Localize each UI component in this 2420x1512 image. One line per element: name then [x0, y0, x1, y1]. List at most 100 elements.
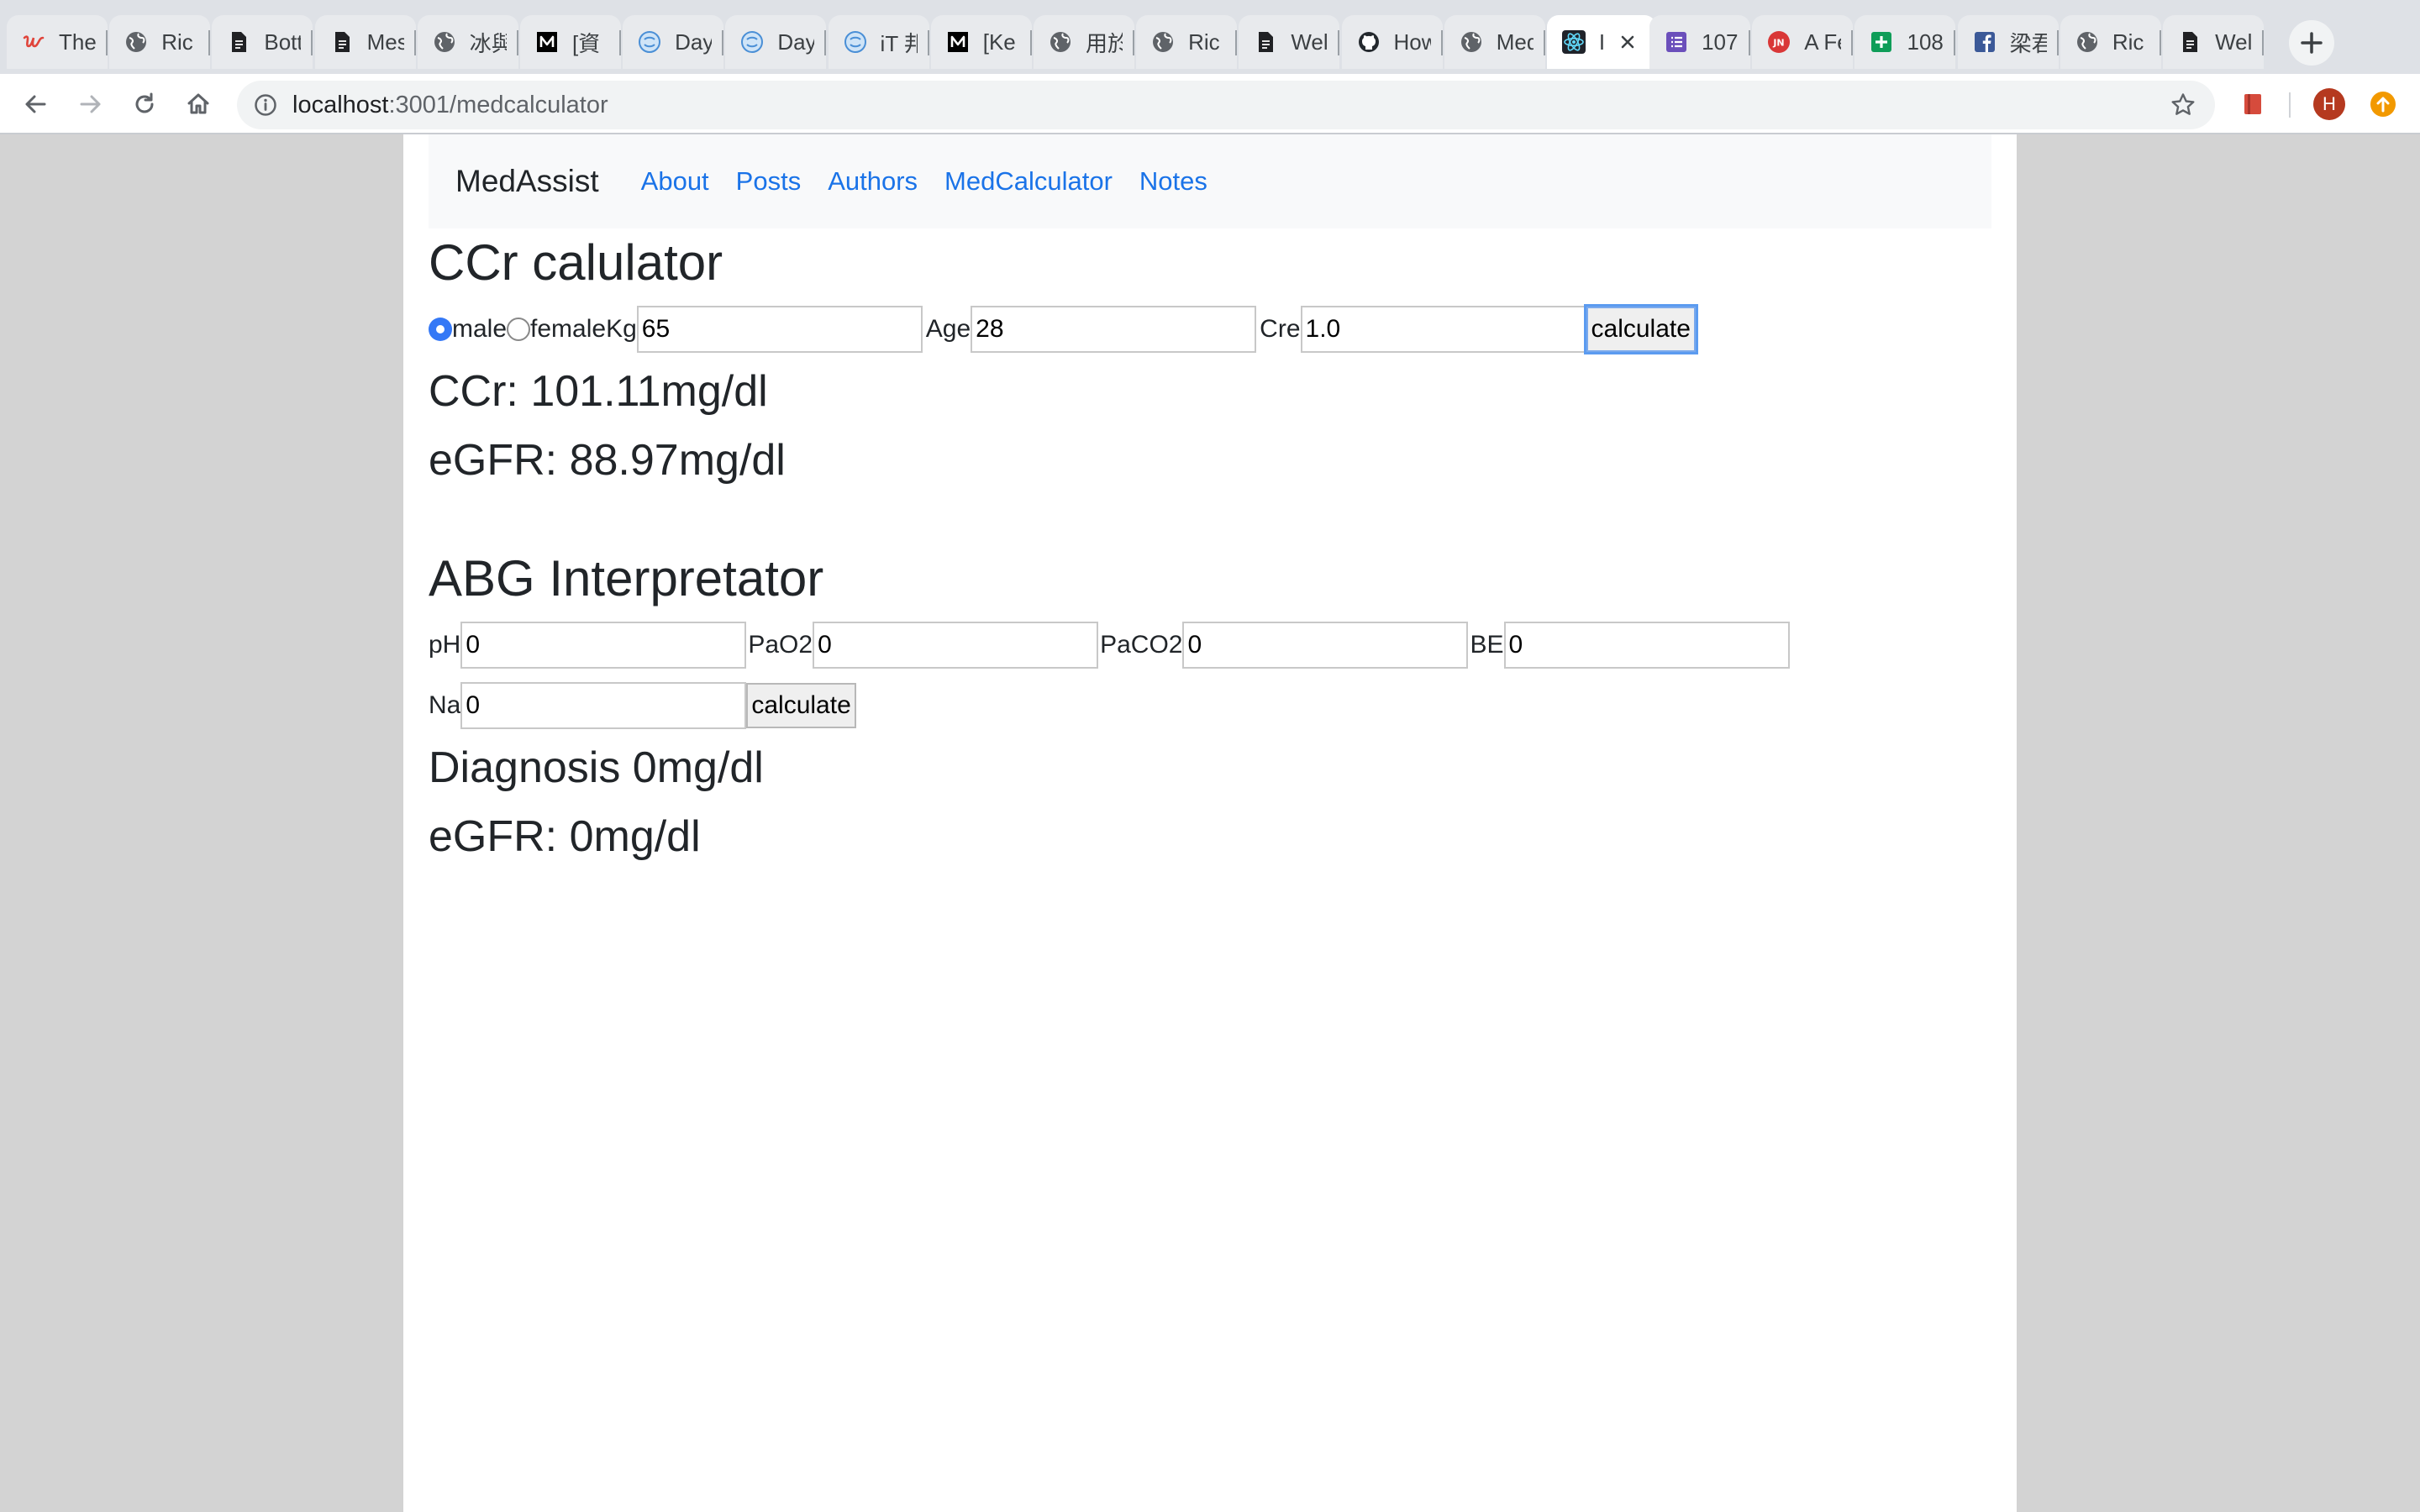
ccr-calculate-button[interactable]: calculate [1583, 304, 1698, 354]
tab-title: How [1393, 29, 1431, 55]
female-radio[interactable] [507, 318, 531, 341]
tab-title: Day [675, 29, 713, 55]
browser-tab[interactable]: Wel [2163, 15, 2265, 69]
nav-link-authors[interactable]: Authors [828, 166, 918, 197]
browser-tab[interactable]: 108 [1854, 15, 1956, 69]
pao2-label: PaO2 [748, 631, 813, 659]
info-icon[interactable] [254, 93, 277, 117]
tab-title: 冰與 [469, 30, 507, 56]
tab-title: 108 [1907, 29, 1944, 55]
github-icon [1355, 29, 1382, 55]
browser-tab[interactable]: Day [725, 15, 827, 69]
tab-title: [資 [571, 30, 601, 56]
arrow-left-icon [25, 95, 46, 113]
site-navbar: MedAssist About Posts Authors MedCalcula… [429, 134, 1991, 228]
cre-input[interactable] [1300, 306, 1586, 353]
tab-title: Ric [2112, 29, 2144, 55]
home-button[interactable] [175, 81, 222, 128]
be-input[interactable] [1503, 622, 1790, 669]
ccr-form: male female Kg Age Cre calculate [429, 304, 1698, 354]
nav-link-posts[interactable]: Posts [736, 166, 802, 197]
ph-input[interactable] [460, 622, 747, 669]
list-icon [1663, 29, 1690, 55]
paco2-label: PaCO2 [1100, 631, 1183, 659]
tab-title: Mes [366, 29, 404, 55]
globe-icon [2074, 29, 2101, 55]
tab-title: Ric [1188, 29, 1220, 55]
plus-icon [2301, 32, 2323, 54]
new-tab-button[interactable] [2289, 20, 2334, 66]
tab-title: Ric [161, 29, 193, 55]
kg-input[interactable] [636, 306, 923, 353]
update-button[interactable] [2363, 84, 2403, 124]
tab-title: The [59, 29, 96, 55]
browser-tab[interactable]: 冰與 [417, 15, 518, 69]
nav-link-about[interactable]: About [641, 166, 709, 197]
abg-calculate-button[interactable]: calculate [746, 683, 856, 728]
nav-link-medcalculator[interactable]: MedCalculator [944, 166, 1113, 197]
abg-egfr-result: eGFR: 0mg/dl [429, 812, 701, 861]
browser-tab[interactable]: Ric [2060, 15, 2161, 69]
browser-tab[interactable]: The [7, 15, 108, 69]
male-radio[interactable] [429, 318, 452, 341]
paco2-input[interactable] [1182, 622, 1469, 669]
browser-tab[interactable]: 107 [1649, 15, 1751, 69]
browser-tab[interactable]: iT 邦 [828, 15, 929, 69]
bookmark-star-icon[interactable] [2170, 92, 2196, 118]
browser-tab[interactable]: I [1546, 15, 1656, 69]
document-icon [225, 29, 252, 55]
extension-book-button[interactable] [2233, 84, 2273, 124]
tab-title: Day [777, 29, 815, 55]
navbar-brand[interactable]: MedAssist [455, 164, 599, 199]
browser-tab[interactable]: Ric [1136, 15, 1238, 69]
globe-icon [1458, 29, 1485, 55]
document-icon [329, 29, 355, 55]
kg-label: Kg [606, 315, 637, 343]
na-input[interactable] [460, 682, 747, 729]
age-label: Age [925, 315, 971, 343]
forward-button[interactable] [67, 81, 114, 128]
browser-tab[interactable]: [資 [519, 15, 621, 69]
tab-title: 梁君 [2009, 30, 2047, 56]
back-button[interactable] [12, 81, 59, 128]
browser-tab[interactable]: Med [1444, 15, 1545, 69]
browser-tab[interactable]: Day [623, 15, 724, 69]
tab-title: iT 邦 [880, 30, 918, 56]
tab-title: 用於 [1085, 30, 1123, 56]
browser-tab[interactable]: Bott [212, 15, 313, 69]
reload-button[interactable] [121, 81, 168, 128]
tab-title: Wel [2215, 29, 2253, 55]
script-u-icon [20, 29, 47, 55]
nav-link-notes[interactable]: Notes [1139, 166, 1207, 197]
update-arrow-icon [2370, 92, 2396, 117]
globe-icon [1150, 29, 1176, 55]
ccr-egfr-result: eGFR: 88.97mg/dl [429, 436, 786, 485]
tab-title: Bott [264, 29, 302, 55]
browser-tab[interactable]: Wel [1239, 15, 1340, 69]
ccr-result: CCr: 101.11mg/dl [429, 367, 768, 416]
browser-tab[interactable]: [Ke [930, 15, 1032, 69]
hexo-icon [739, 29, 765, 55]
url-text: localhost:3001/medcalculator [292, 92, 608, 119]
browser-tab[interactable]: 用於 [1033, 15, 1134, 69]
profile-initial: H [2313, 88, 2345, 120]
age-input[interactable] [971, 306, 1257, 353]
tab-title: [Ke [982, 29, 1016, 55]
profile-avatar[interactable]: H [2309, 84, 2349, 124]
pao2-input[interactable] [813, 622, 1099, 669]
browser-tab[interactable]: How [1341, 15, 1443, 69]
close-tab-icon[interactable] [1612, 27, 1643, 57]
abg-form-row-2: Na calculate [429, 682, 856, 729]
abg-diagnosis-result: Diagnosis 0mg/dl [429, 743, 764, 792]
browser-tab[interactable]: JN A Fe [1752, 15, 1854, 69]
hexo-icon [636, 29, 663, 55]
browser-tab[interactable]: Ric [109, 15, 211, 69]
medium-icon [534, 29, 560, 55]
address-bar[interactable]: localhost:3001/medcalculator [237, 81, 2215, 129]
react-icon [1560, 29, 1587, 55]
ccr-title: CCr calulator [429, 234, 723, 291]
globe-icon [1047, 29, 1074, 55]
browser-tab[interactable]: 梁君 [1957, 15, 2059, 69]
browser-tab[interactable]: Mes [314, 15, 416, 69]
tab-title: 107 [1702, 29, 1739, 55]
